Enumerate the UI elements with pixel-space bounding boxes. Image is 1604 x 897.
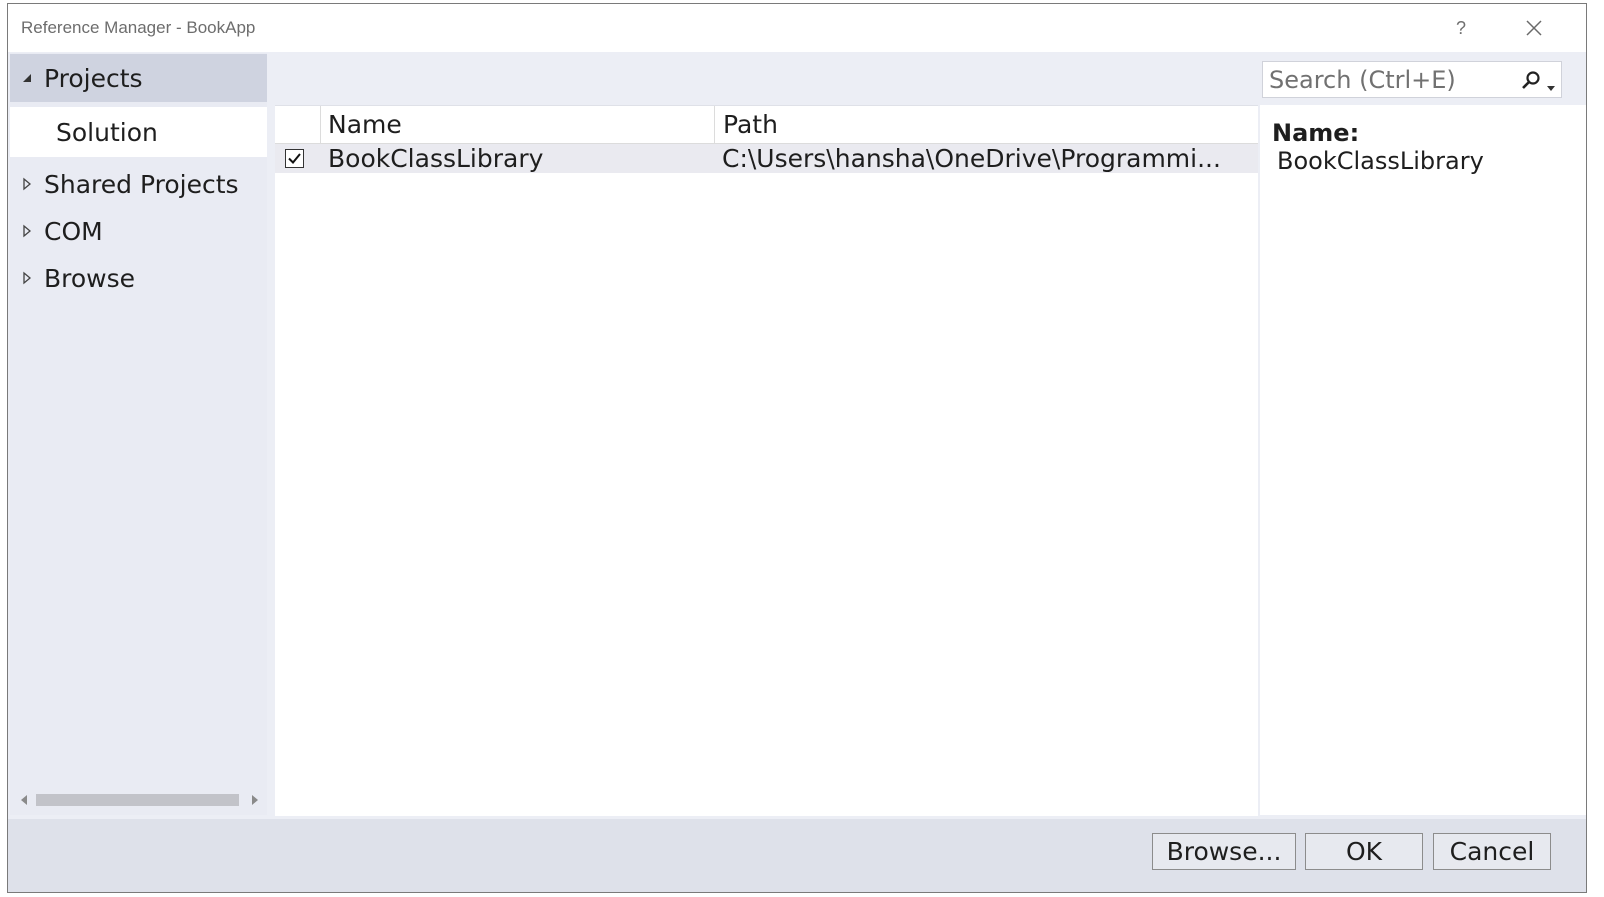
help-button[interactable]: ? [1441,12,1481,44]
nav-item-browse[interactable]: Browse [10,254,267,302]
cancel-button[interactable]: Cancel [1433,833,1551,870]
column-header-path[interactable]: Path [714,106,1258,143]
search-input[interactable] [1263,62,1519,97]
nav-item-projects[interactable]: Projects [10,54,267,102]
nav-item-shared-projects[interactable]: Shared Projects [10,160,267,208]
scrollbar-thumb[interactable] [36,794,239,806]
browse-button[interactable]: Browse... [1152,833,1296,870]
nav-item-label: Projects [44,63,143,93]
column-header-name[interactable]: Name [320,106,714,143]
expanded-triangle-icon [20,72,34,84]
dropdown-arrow-icon[interactable] [1547,77,1555,96]
reference-manager-dialog: Reference Manager - BookApp ? Projects S… [7,3,1587,893]
reference-checkbox[interactable] [285,149,304,168]
nav-horizontal-scrollbar[interactable] [10,789,267,811]
column-header-check[interactable] [275,106,320,143]
nav-item-label: COM [44,216,103,246]
collapsed-triangle-icon [20,271,34,285]
close-icon [1526,20,1542,36]
details-panel: Name: BookClassLibrary [1260,105,1586,815]
collapsed-triangle-icon [20,177,34,191]
nav-item-com[interactable]: COM [10,207,267,255]
ok-button[interactable]: OK [1305,833,1423,870]
nav-item-solution[interactable]: Solution [10,107,267,157]
detail-name-value: BookClassLibrary [1277,147,1484,175]
nav-item-label: Shared Projects [44,169,239,199]
title-bar: Reference Manager - BookApp ? [8,4,1586,52]
dialog-footer: Browse... OK Cancel [8,819,1586,892]
table-row[interactable]: BookClassLibrary C:\Users\hansha\OneDriv… [275,144,1258,173]
scroll-left-arrow-icon[interactable] [20,791,28,810]
collapsed-triangle-icon [20,224,34,238]
row-checkbox-cell [285,144,309,173]
category-nav: Projects Solution Shared Projects COM Br… [10,53,267,815]
row-name: BookClassLibrary [328,144,544,173]
reference-grid: Name Path BookClassLibrary C:\Users\hans… [275,105,1258,816]
search-icon[interactable] [1521,70,1541,94]
detail-name-label: Name: [1272,119,1360,147]
nav-item-label: Browse [44,263,136,293]
checkmark-icon [288,153,301,164]
window-title: Reference Manager - BookApp [21,18,256,37]
row-path: C:\Users\hansha\OneDrive\Programmi... [722,144,1221,173]
grid-header: Name Path [275,106,1258,144]
scroll-right-arrow-icon[interactable] [251,791,259,810]
nav-item-label: Solution [56,117,158,147]
search-box[interactable] [1262,61,1562,98]
close-button[interactable] [1514,12,1554,44]
